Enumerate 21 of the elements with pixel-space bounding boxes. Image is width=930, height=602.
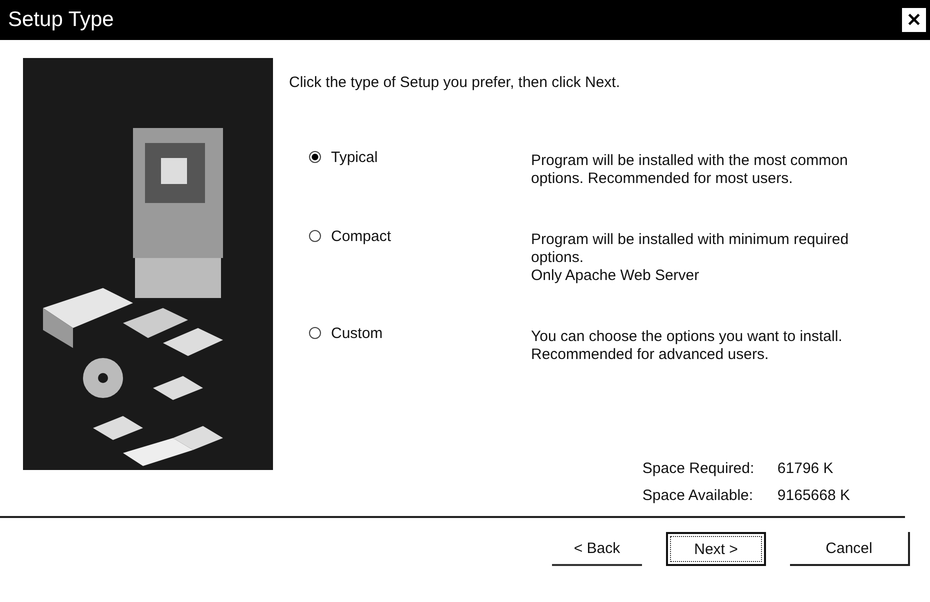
- option-description: Program will be installed with minimum required options. Only Apache Web Server: [531, 231, 849, 285]
- setup-type-radio[interactable]: Typical: [289, 149, 531, 188]
- space-value: 61796 K: [777, 460, 834, 477]
- window-title: Setup Type: [8, 8, 114, 32]
- instruction-text: Click the type of Setup you prefer, then click Next.: [289, 74, 621, 91]
- close-button[interactable]: ✕: [900, 6, 928, 34]
- option-label: Custom: [331, 325, 383, 342]
- next-button[interactable]: Next >: [666, 532, 766, 566]
- radio-icon[interactable]: [309, 327, 321, 339]
- space-label: Space Available:: [642, 487, 754, 504]
- option-description: You can choose the options you want to install. Recommended for advanced users.: [531, 328, 842, 364]
- radio-icon[interactable]: [309, 151, 321, 163]
- radio-icon[interactable]: [309, 230, 321, 242]
- option-description: Program will be installed with the most common options. Recommended for most users.: [531, 152, 848, 188]
- setup-type-radio[interactable]: Compact: [289, 228, 531, 285]
- space-label: Space Required:: [642, 460, 756, 477]
- space-value: 9165668 K: [777, 487, 850, 504]
- option-label: Compact: [331, 228, 392, 245]
- setup-type-radio[interactable]: Custom: [289, 325, 531, 364]
- cancel-button[interactable]: Cancel: [790, 532, 910, 566]
- option-label: Typical: [331, 149, 378, 166]
